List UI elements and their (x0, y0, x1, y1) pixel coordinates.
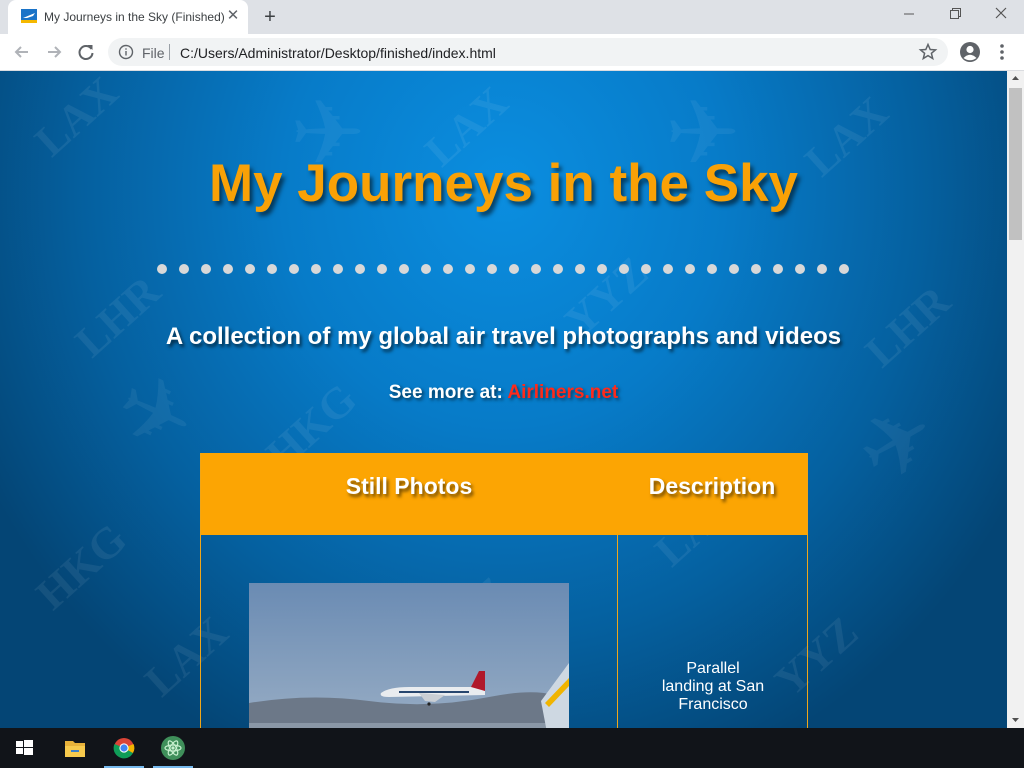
divider-dot (421, 264, 431, 274)
photo-image (249, 583, 569, 728)
divider-dot (773, 264, 783, 274)
url-text[interactable]: C:/Users/Administrator/Desktop/finished/… (180, 45, 496, 61)
divider-dot (597, 264, 607, 274)
chrome-taskbar-button[interactable] (100, 728, 148, 768)
divider-dot (817, 264, 827, 274)
scrollbar-thumb[interactable] (1009, 88, 1022, 240)
minimize-icon (904, 13, 914, 15)
header-description: Description (648, 473, 776, 499)
window-close-button[interactable] (978, 0, 1024, 30)
divider-dot (619, 264, 629, 274)
divider-dot (333, 264, 343, 274)
divider-dot (465, 264, 475, 274)
windows-start-button[interactable] (0, 728, 48, 768)
reload-icon[interactable] (73, 39, 99, 65)
divider-dot (487, 264, 497, 274)
new-tab-button[interactable]: + (259, 6, 281, 28)
tab-close-icon[interactable]: ✕ (224, 7, 242, 25)
divider-dot (663, 264, 673, 274)
windows-start-icon (16, 740, 33, 755)
divider-dot (157, 264, 167, 274)
divider-dot (245, 264, 255, 274)
divider-dot (311, 264, 321, 274)
divider-dot (685, 264, 695, 274)
menu-icon[interactable] (993, 42, 1011, 62)
photo-description: Parallel landing at San Francisco (661, 660, 765, 713)
airplane-favicon-icon (21, 9, 37, 23)
divider-dot (289, 264, 299, 274)
divider-dot (399, 264, 409, 274)
airport-code-watermark: LHR (65, 266, 170, 367)
divider-dot (377, 264, 387, 274)
divider-dot (751, 264, 761, 274)
see-more-label: See more at: (388, 382, 503, 403)
plane-watermark-icon: ✈ (100, 352, 211, 476)
tab-title: My Journeys in the Sky (Finished) (44, 10, 225, 24)
minimize-button[interactable] (886, 0, 932, 30)
page-title: My Journeys in the Sky (208, 154, 799, 213)
airport-code-watermark: HKG (26, 513, 136, 620)
tab-strip: My Journeys in the Sky (Finished) ✕ + (0, 0, 1024, 34)
star-icon[interactable] (918, 42, 938, 62)
file-explorer-button[interactable] (51, 728, 99, 768)
divider-dot (267, 264, 277, 274)
chrome-icon (113, 738, 135, 759)
browser-toolbar: File C:/Users/Administrator/Desktop/fini… (0, 34, 1024, 71)
airliner-landing-photo (249, 583, 569, 728)
page-subtitle: A collection of my global air travel pho… (165, 323, 842, 350)
maximize-icon (950, 8, 961, 19)
omnibox-divider (169, 44, 170, 60)
divider-dot (729, 264, 739, 274)
back-icon[interactable] (9, 39, 35, 65)
windows-taskbar (0, 728, 1024, 768)
divider-dot (509, 264, 519, 274)
info-icon[interactable] (118, 44, 134, 60)
divider-dot (443, 264, 453, 274)
page-scrollbar[interactable] (1007, 71, 1024, 728)
scheme-label: File (142, 45, 165, 61)
divider-dot (575, 264, 585, 274)
divider-dot (795, 264, 805, 274)
close-icon (995, 7, 1007, 19)
photo-table: Still Photos Description Parallel landin… (200, 453, 808, 728)
scroll-up-icon[interactable] (1007, 71, 1024, 86)
divider-dot (553, 264, 563, 274)
divider-dot (531, 264, 541, 274)
scroll-down-icon[interactable] (1007, 713, 1024, 728)
header-still-photos: Still Photos (345, 473, 473, 499)
divider-dot (355, 264, 365, 274)
divider-dot (201, 264, 211, 274)
browser-tab[interactable]: My Journeys in the Sky (Finished) ✕ (8, 0, 248, 34)
divider-dot (179, 264, 189, 274)
forward-icon[interactable] (41, 39, 67, 65)
table-header: Still Photos Description (201, 453, 807, 535)
airliners-link[interactable]: Airliners.net (507, 382, 618, 403)
page-viewport: LAXLAXLHRHKGYYZLAXLHRHKGYYZLAXYYZLAX ✈ ✈… (0, 71, 1007, 728)
profile-icon[interactable] (959, 41, 981, 63)
divider-dot (223, 264, 233, 274)
atom-icon (161, 736, 185, 760)
restore-button[interactable] (932, 0, 978, 30)
divider-dot (641, 264, 651, 274)
address-bar[interactable]: File C:/Users/Administrator/Desktop/fini… (108, 38, 948, 66)
see-more-line: See more at: Airliners.net (0, 382, 1007, 404)
file-explorer-icon (65, 741, 85, 757)
column-divider (617, 535, 618, 728)
divider-dot (839, 264, 849, 274)
dot-divider (157, 264, 857, 274)
divider-dot (707, 264, 717, 274)
atom-taskbar-button[interactable] (149, 728, 197, 768)
